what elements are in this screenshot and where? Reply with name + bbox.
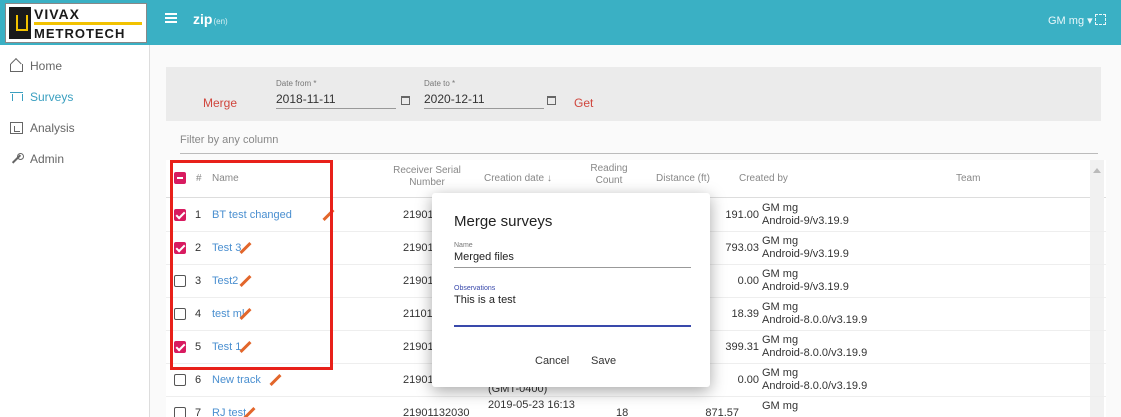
selection-highlight-box — [170, 160, 333, 370]
created-by-user: GM mg — [762, 301, 799, 313]
logo-mark-icon — [9, 7, 31, 39]
filter-input[interactable]: Filter by any column — [180, 134, 1098, 154]
observations-field-underline — [454, 325, 691, 327]
distance-cell: 0.00 — [737, 374, 759, 386]
created-by-client: Android-9/v3.19.9 — [762, 281, 849, 293]
created-by-client: Android-8.0.0/v3.19.9 — [762, 347, 868, 359]
date-to-calendar-icon[interactable] — [547, 96, 556, 105]
name-field[interactable]: Merged files — [454, 251, 514, 263]
column-header-distance[interactable]: Distance (ft) — [656, 173, 710, 185]
column-header-receiver-serial[interactable]: Receiver Serial Number — [388, 165, 466, 189]
merge-surveys-dialog: Merge surveys Name Merged files Observat… — [432, 193, 710, 387]
observations-field[interactable]: This is a test — [454, 294, 516, 306]
user-menu-button[interactable]: GM mg ▾ — [1048, 14, 1093, 27]
distance-cell: 18.39 — [731, 308, 759, 320]
created-by-client: Android-8.0.0/v3.19.9 — [762, 380, 868, 392]
logo-text-bottom: METROTECH — [34, 26, 126, 41]
surveys-icon — [10, 91, 23, 103]
hamburger-menu-icon[interactable] — [165, 13, 177, 23]
survey-toolbar: Merge Date from * 2018-11-11 Date to * 2… — [166, 67, 1101, 121]
date-from-input[interactable]: 2018-11-11 — [276, 92, 396, 109]
survey-name-link[interactable]: New track — [212, 374, 261, 386]
created-by-cell: GM mg Android-9/v3.19.9 — [762, 268, 849, 294]
name-field-label: Name — [454, 242, 473, 249]
dialog-title: Merge surveys — [454, 213, 553, 230]
app-title: zip(en) — [193, 11, 228, 27]
created-by-client: Android-8.0.0/v3.19.9 — [762, 314, 868, 326]
row-checkbox[interactable] — [174, 374, 186, 386]
created-by-user: GM mg — [762, 400, 799, 412]
distance-cell: 191.00 — [725, 209, 759, 221]
sidebar-item-label: Admin — [30, 152, 65, 166]
created-by-cell: GM mg Android-8.0.0/v3.19.9 — [762, 301, 867, 327]
sidebar-item-label: Home — [30, 59, 63, 73]
created-by-user: GM mg — [762, 334, 799, 346]
app-title-suffix: (en) — [213, 17, 228, 26]
date-to-input[interactable]: 2020-12-11 — [424, 92, 544, 109]
edit-pencil-icon[interactable] — [268, 373, 282, 387]
receiver-serial-cell: 21901 — [403, 209, 434, 221]
created-by-client: Android-9/v3.19.9 — [762, 248, 849, 260]
vivax-metrotech-logo[interactable]: VIVAX METROTECH — [5, 3, 147, 43]
row-index: 7 — [195, 407, 202, 417]
receiver-serial-cell: 21901 — [403, 341, 434, 353]
created-by-user: GM mg — [762, 202, 799, 214]
created-by-client: Android-9/v3.19.9 — [762, 215, 849, 227]
date-from-calendar-icon[interactable] — [401, 96, 410, 105]
observations-field-label: Observations — [454, 285, 496, 292]
sidebar: Home Surveys Analysis Admin — [0, 45, 150, 417]
cancel-button[interactable]: Cancel — [535, 355, 569, 367]
receiver-serial-cell: 21901132030 — [403, 407, 470, 417]
fullscreen-icon[interactable] — [1095, 14, 1106, 25]
home-icon — [10, 64, 23, 72]
column-header-team[interactable]: Team — [956, 173, 980, 185]
created-by-cell: GM mg Android-9/v3.19.9 — [762, 235, 849, 261]
analysis-icon — [10, 122, 23, 134]
created-by-cell: GM mg Android-8.0.0/v3.19.9 — [762, 367, 867, 393]
created-by-cell: GM mg Android-9/v3.19.9 — [762, 202, 849, 228]
distance-cell: 0.00 — [737, 275, 759, 287]
admin-icon — [10, 153, 24, 165]
logo-text-top: VIVAX — [34, 6, 80, 22]
sidebar-item-surveys[interactable]: Surveys — [10, 86, 73, 108]
distance-cell: 399.31 — [725, 341, 759, 353]
column-header-created-by[interactable]: Created by — [739, 173, 788, 185]
scroll-up-icon[interactable] — [1093, 168, 1101, 173]
sidebar-item-analysis[interactable]: Analysis — [10, 117, 75, 139]
distance-cell: 793.03 — [725, 242, 759, 254]
table-row[interactable]: 7 RJ test 21901132030 2019-05-23 16:13 18 871… — [166, 397, 1106, 417]
date-from-label: Date from * — [276, 79, 317, 88]
sidebar-item-label: Analysis — [30, 121, 75, 135]
sidebar-item-label: Surveys — [30, 90, 74, 104]
save-button[interactable]: Save — [591, 355, 616, 367]
created-by-cell: GM mg — [762, 400, 798, 413]
created-by-cell: GM mg Android-8.0.0/v3.19.9 — [762, 334, 867, 360]
sidebar-item-home[interactable]: Home — [10, 55, 62, 77]
created-by-user: GM mg — [762, 268, 799, 280]
reading-count-cell: 18 — [616, 407, 629, 417]
edit-pencil-icon[interactable] — [242, 406, 256, 417]
sidebar-item-admin[interactable]: Admin — [10, 148, 64, 170]
receiver-serial-cell: 21101 — [403, 308, 433, 320]
column-header-creation-date[interactable]: Creation date ↓ — [484, 173, 552, 185]
row-index: 6 — [195, 374, 202, 386]
receiver-serial-cell: 21901 — [403, 242, 434, 254]
name-field-underline — [454, 267, 691, 268]
get-button[interactable]: Get — [574, 96, 593, 110]
row-checkbox[interactable] — [174, 407, 186, 417]
distance-cell: 871.57 — [705, 407, 739, 417]
app-title-text: zip — [193, 11, 213, 27]
created-by-user: GM mg — [762, 367, 799, 379]
receiver-serial-cell: 21901 — [403, 374, 434, 386]
creation-date-cell: 2019-05-23 16:13 — [488, 399, 575, 411]
date-to-label: Date to * — [424, 79, 456, 88]
merge-button[interactable]: Merge — [203, 96, 237, 110]
created-by-user: GM mg — [762, 235, 799, 247]
app-header: VIVAX METROTECH zip(en) GM mg ▾ — [0, 0, 1121, 45]
column-header-reading-count[interactable]: Reading Count — [584, 163, 634, 187]
logo-bar — [34, 22, 142, 25]
receiver-serial-cell: 21901 — [403, 275, 434, 287]
